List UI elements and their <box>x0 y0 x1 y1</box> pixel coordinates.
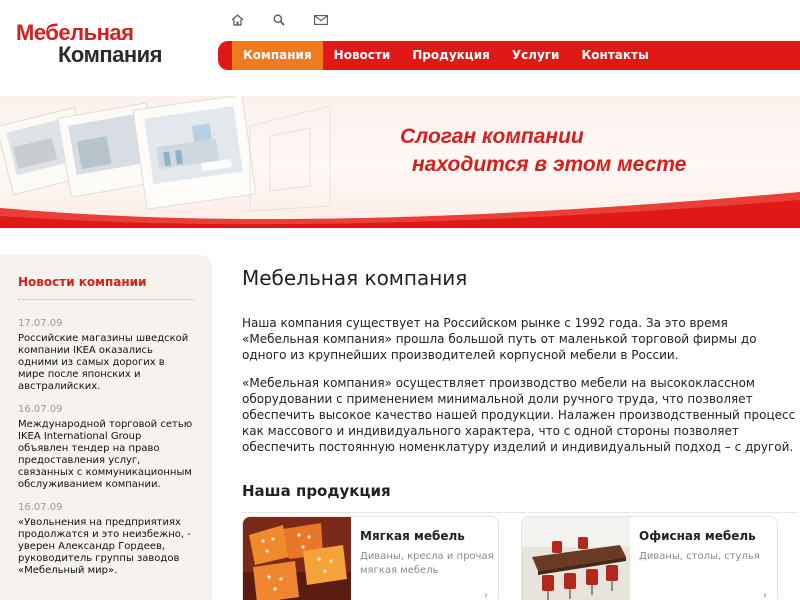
product-description: Диваны, столы, стулья <box>639 551 760 562</box>
hero-banner: Слоган компании находится в этом месте <box>0 96 800 228</box>
office-furniture-image <box>522 517 630 600</box>
red-swoosh <box>0 192 800 228</box>
main-content: Мебельная компания Наша компания существ… <box>242 266 797 513</box>
news-link[interactable]: «Увольнения на предприятиях продолжатся … <box>18 517 194 577</box>
page-title: Мебельная компания <box>242 266 468 290</box>
sidebar-title[interactable]: Новости компании <box>18 275 194 300</box>
news-date: 17.07.09 <box>18 318 63 329</box>
mail-icon[interactable] <box>312 11 330 29</box>
product-cards: Мягкая мебель Диваны, кресла и прочая мя… <box>242 516 778 600</box>
chevron-right-icon[interactable]: › <box>763 590 767 600</box>
news-sidebar: Новости компании 17.07.09 Российские маг… <box>0 255 212 600</box>
news-date: 16.07.09 <box>18 404 63 415</box>
news-item: 16.07.09 «Увольнения на предприятиях про… <box>18 502 194 577</box>
banner-slogan: Слоган компании находится в этом месте <box>400 123 686 179</box>
production-paragraph: «Мебельная компания» осуществляет произв… <box>242 376 796 454</box>
logo-text-line2: Компания <box>58 42 163 67</box>
nav-item-services[interactable]: Услуги <box>501 41 571 70</box>
room-sketch <box>249 105 331 212</box>
search-icon[interactable] <box>270 11 288 29</box>
product-card-soft-furniture[interactable]: Мягкая мебель Диваны, кресла и прочая мя… <box>242 516 499 600</box>
news-link[interactable]: Российские магазины шведской компании IK… <box>18 333 194 393</box>
main-navigation: Компания Новости Продукция Услуги Контак… <box>218 41 800 70</box>
logo-text-line1: Мебельная <box>16 20 134 45</box>
intro-paragraph: Наша компания существует на Российском р… <box>242 316 757 362</box>
product-card-office-furniture[interactable]: Офисная мебель Диваны, столы, стулья › <box>521 516 778 600</box>
slogan-line-2: находится в этом месте <box>412 153 687 176</box>
product-title[interactable]: Мягкая мебель <box>360 529 465 543</box>
photo-frame-3 <box>132 96 257 210</box>
nav-item-products[interactable]: Продукция <box>401 41 501 70</box>
nav-item-contacts[interactable]: Контакты <box>570 41 659 70</box>
news-link[interactable]: Международной торговой сетью IKEA Intern… <box>18 419 194 491</box>
slogan-line-1: Слоган компании <box>400 125 584 148</box>
chevron-right-icon[interactable]: › <box>484 590 488 600</box>
product-title[interactable]: Офисная мебель <box>639 529 756 543</box>
product-description: Диваны, кресла и прочая мягкая мебель <box>360 551 494 576</box>
soft-furniture-image <box>243 517 351 600</box>
top-icon-bar <box>228 11 330 29</box>
home-icon[interactable] <box>228 11 246 29</box>
nav-item-news[interactable]: Новости <box>323 41 402 70</box>
news-item: 16.07.09 Международной торговой сетью IK… <box>18 404 194 491</box>
news-item: 17.07.09 Российские магазины шведской ко… <box>18 318 194 393</box>
company-logo[interactable]: Мебельная Компания <box>16 20 163 67</box>
products-section-title: Наша продукция <box>242 482 797 513</box>
news-date: 16.07.09 <box>18 502 63 513</box>
nav-item-company[interactable]: Компания <box>232 41 323 70</box>
